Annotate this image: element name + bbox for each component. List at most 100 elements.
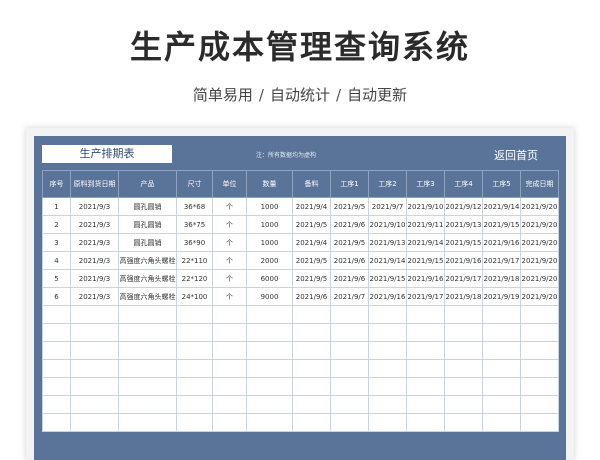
table-cell[interactable]: 2021/9/6 bbox=[330, 215, 369, 234]
empty-table-row[interactable] bbox=[42, 305, 559, 324]
table-cell[interactable]: 2021/9/13 bbox=[368, 233, 407, 252]
table-cell[interactable]: 2021/9/3 bbox=[70, 197, 119, 216]
table-cell[interactable]: 圆孔圆销 bbox=[118, 197, 177, 216]
table-cell[interactable]: 个 bbox=[212, 251, 247, 270]
table-cell[interactable]: 2021/9/15 bbox=[368, 269, 407, 288]
table-cell[interactable]: 2021/9/6 bbox=[330, 251, 369, 270]
empty-cell[interactable] bbox=[368, 341, 407, 360]
table-cell[interactable]: 圆孔圆销 bbox=[118, 215, 177, 234]
empty-cell[interactable] bbox=[444, 341, 483, 360]
empty-cell[interactable] bbox=[520, 395, 559, 414]
empty-cell[interactable] bbox=[330, 377, 369, 396]
table-cell[interactable]: 4 bbox=[42, 251, 71, 270]
empty-cell[interactable] bbox=[212, 305, 247, 324]
empty-cell[interactable] bbox=[246, 395, 293, 414]
empty-cell[interactable] bbox=[368, 323, 407, 342]
table-cell[interactable]: 2021/9/20 bbox=[520, 251, 559, 270]
table-cell[interactable]: 2021/9/16 bbox=[406, 269, 445, 288]
table-cell[interactable]: 2021/9/15 bbox=[444, 233, 483, 252]
empty-cell[interactable] bbox=[444, 395, 483, 414]
empty-cell[interactable] bbox=[212, 377, 247, 396]
empty-cell[interactable] bbox=[176, 323, 213, 342]
empty-cell[interactable] bbox=[118, 377, 177, 396]
table-row[interactable]: 5 2021/9/3 高强度六角头螺栓 22*120 个 6000 2021/9/5 2021… bbox=[42, 269, 559, 288]
table-cell[interactable]: 2021/9/6 bbox=[292, 287, 331, 306]
table-cell[interactable]: 22*120 bbox=[176, 269, 213, 288]
empty-cell[interactable] bbox=[176, 341, 213, 360]
table-row[interactable]: 6 2021/9/3 高强度六角头螺栓 24*100 个 9000 2021/9/6 2021… bbox=[42, 287, 559, 306]
empty-cell[interactable] bbox=[520, 377, 559, 396]
column-header[interactable]: 产品 bbox=[118, 170, 177, 198]
column-header[interactable]: 序号 bbox=[42, 170, 71, 198]
column-header[interactable]: 原料到货日期 bbox=[70, 170, 119, 198]
empty-cell[interactable] bbox=[482, 377, 521, 396]
empty-cell[interactable] bbox=[444, 323, 483, 342]
empty-cell[interactable] bbox=[246, 323, 293, 342]
column-header[interactable]: 工序2 bbox=[368, 170, 407, 198]
empty-cell[interactable] bbox=[368, 305, 407, 324]
empty-cell[interactable] bbox=[118, 341, 177, 360]
table-cell[interactable]: 2021/9/20 bbox=[520, 215, 559, 234]
table-cell[interactable]: 2021/9/4 bbox=[292, 197, 331, 216]
column-header[interactable]: 工序5 bbox=[482, 170, 521, 198]
table-cell[interactable]: 2021/9/20 bbox=[520, 233, 559, 252]
empty-cell[interactable] bbox=[292, 395, 331, 414]
column-header[interactable]: 单位 bbox=[212, 170, 247, 198]
empty-cell[interactable] bbox=[292, 341, 331, 360]
empty-cell[interactable] bbox=[482, 359, 521, 378]
table-cell[interactable]: 6 bbox=[42, 287, 71, 306]
empty-table-row[interactable] bbox=[42, 377, 559, 396]
empty-cell[interactable] bbox=[70, 359, 119, 378]
table-row[interactable]: 3 2021/9/3 圆孔圆销 36*90 个 1000 2021/9/4 2021/9/5 2… bbox=[42, 233, 559, 252]
empty-cell[interactable] bbox=[42, 377, 71, 396]
empty-cell[interactable] bbox=[70, 323, 119, 342]
empty-cell[interactable] bbox=[212, 395, 247, 414]
empty-cell[interactable] bbox=[330, 305, 369, 324]
empty-cell[interactable] bbox=[246, 341, 293, 360]
empty-cell[interactable] bbox=[330, 413, 369, 432]
table-cell[interactable]: 2021/9/17 bbox=[444, 269, 483, 288]
empty-cell[interactable] bbox=[118, 305, 177, 324]
table-cell[interactable]: 2021/9/14 bbox=[406, 233, 445, 252]
column-header[interactable]: 备料 bbox=[292, 170, 331, 198]
table-cell[interactable]: 2021/9/19 bbox=[482, 287, 521, 306]
table-cell[interactable]: 2021/9/18 bbox=[482, 269, 521, 288]
empty-cell[interactable] bbox=[176, 395, 213, 414]
table-cell[interactable]: 2021/9/11 bbox=[406, 215, 445, 234]
empty-cell[interactable] bbox=[176, 413, 213, 432]
empty-cell[interactable] bbox=[368, 395, 407, 414]
empty-cell[interactable] bbox=[176, 305, 213, 324]
empty-table-row[interactable] bbox=[42, 323, 559, 342]
empty-cell[interactable] bbox=[292, 305, 331, 324]
column-header[interactable]: 工序3 bbox=[406, 170, 445, 198]
empty-cell[interactable] bbox=[368, 377, 407, 396]
empty-cell[interactable] bbox=[406, 341, 445, 360]
empty-table-row[interactable] bbox=[42, 395, 559, 414]
table-cell[interactable]: 个 bbox=[212, 197, 247, 216]
column-header[interactable]: 数量 bbox=[246, 170, 293, 198]
table-cell[interactable]: 9000 bbox=[246, 287, 293, 306]
table-cell[interactable]: 2021/9/15 bbox=[482, 215, 521, 234]
table-row[interactable]: 4 2021/9/3 高强度六角头螺栓 22*110 个 2000 2021/9/5 2021… bbox=[42, 251, 559, 270]
empty-cell[interactable] bbox=[368, 359, 407, 378]
table-cell[interactable]: 6000 bbox=[246, 269, 293, 288]
empty-cell[interactable] bbox=[482, 341, 521, 360]
empty-cell[interactable] bbox=[246, 413, 293, 432]
table-cell[interactable]: 个 bbox=[212, 269, 247, 288]
empty-cell[interactable] bbox=[330, 341, 369, 360]
empty-cell[interactable] bbox=[70, 305, 119, 324]
table-cell[interactable]: 2021/9/10 bbox=[406, 197, 445, 216]
empty-cell[interactable] bbox=[482, 323, 521, 342]
empty-cell[interactable] bbox=[176, 377, 213, 396]
empty-cell[interactable] bbox=[42, 395, 71, 414]
empty-cell[interactable] bbox=[520, 359, 559, 378]
empty-cell[interactable] bbox=[70, 341, 119, 360]
empty-cell[interactable] bbox=[444, 377, 483, 396]
empty-cell[interactable] bbox=[118, 359, 177, 378]
empty-cell[interactable] bbox=[444, 413, 483, 432]
table-cell[interactable]: 2021/9/15 bbox=[406, 251, 445, 270]
empty-cell[interactable] bbox=[70, 377, 119, 396]
table-cell[interactable]: 2021/9/6 bbox=[330, 269, 369, 288]
table-cell[interactable]: 36*68 bbox=[176, 197, 213, 216]
table-cell[interactable]: 2021/9/13 bbox=[444, 215, 483, 234]
